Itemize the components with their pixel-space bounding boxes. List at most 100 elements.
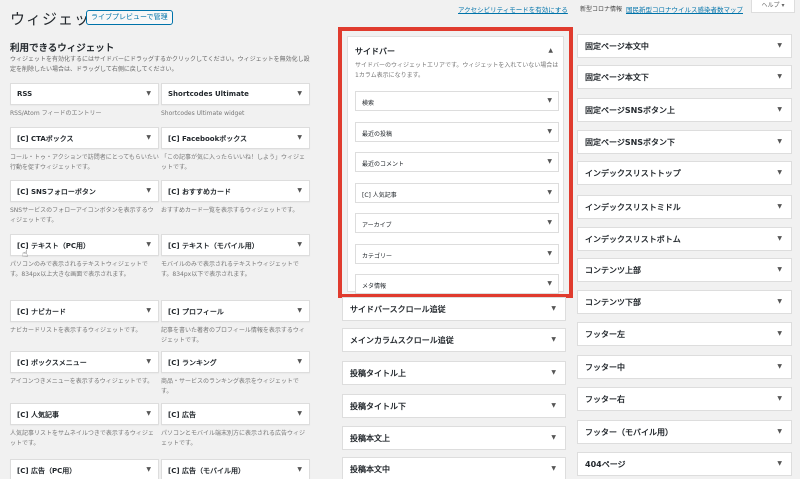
widget-title: [C] ナビカード	[17, 308, 66, 316]
available-widget[interactable]: [C] ボックスメニュー ▼	[10, 351, 159, 373]
expand-arrow-icon[interactable]: ▼	[777, 460, 782, 467]
available-widget[interactable]: [C] ランキング ▼	[161, 351, 310, 373]
accessibility-mode-link[interactable]: アクセシビリティモードを有効にする	[458, 4, 568, 14]
available-widget[interactable]: [C] 広告（モバイル用） ▼	[161, 459, 310, 479]
expand-arrow-icon[interactable]: ▼	[777, 395, 782, 402]
expand-arrow-icon[interactable]: ▼	[551, 402, 556, 409]
widget-area[interactable]: コンテンツ上部 ▼	[577, 258, 792, 282]
available-widget[interactable]: [C] プロフィール ▼	[161, 300, 310, 322]
expand-arrow-icon[interactable]: ▼	[297, 466, 302, 473]
expand-arrow-icon[interactable]: ▼	[297, 358, 302, 365]
widget-title: [C] おすすめカード	[168, 188, 231, 196]
expand-arrow-icon[interactable]: ▼	[777, 42, 782, 49]
sidebar-widget-area[interactable]: サイドバー ▲ サイドバーのウィジェットエリアです。ウィジェットを入れていない場…	[347, 36, 564, 294]
live-preview-button[interactable]: ライブプレビューで管理	[86, 10, 173, 25]
available-widget[interactable]: [C] CTAボックス ▼	[10, 127, 159, 149]
widget-area[interactable]: インデックスリストミドル ▼	[577, 195, 792, 219]
expand-arrow-icon[interactable]: ▼	[146, 241, 151, 248]
sidebar-widget-item[interactable]: 検索 ▼	[355, 91, 559, 111]
expand-arrow-icon[interactable]: ▼	[297, 187, 302, 194]
expand-arrow-icon[interactable]: ▼	[297, 90, 302, 97]
expand-arrow-icon[interactable]: ▼	[777, 330, 782, 337]
widget-title: [C] ボックスメニュー	[17, 359, 87, 367]
expand-arrow-icon[interactable]: ▼	[777, 428, 782, 435]
available-widget[interactable]: [C] ナビカード ▼	[10, 300, 159, 322]
widget-area[interactable]: サイドバースクロール追従 ▼	[342, 297, 566, 321]
expand-arrow-icon[interactable]: ▼	[777, 169, 782, 176]
expand-arrow-icon[interactable]: ▼	[777, 235, 782, 242]
expand-arrow-icon[interactable]: ▼	[297, 307, 302, 314]
covid-map-link[interactable]: 国民新型コロナウイルス感染者数マップ	[626, 4, 743, 14]
available-widget[interactable]: [C] 広告（PC用） ▼	[10, 459, 159, 479]
widget-area-title: 投稿本文上	[350, 434, 390, 443]
widget-area[interactable]: インデックスリストトップ ▼	[577, 161, 792, 185]
widget-area[interactable]: インデックスリストボトム ▼	[577, 227, 792, 251]
expand-arrow-icon[interactable]: ▼	[777, 138, 782, 145]
expand-arrow-icon[interactable]: ▼	[551, 434, 556, 441]
expand-arrow-icon[interactable]: ▼	[146, 466, 151, 473]
sidebar-widget-item[interactable]: アーカイブ ▼	[355, 213, 559, 233]
widget-area[interactable]: 投稿タイトル上 ▼	[342, 361, 566, 385]
widget-description: アイコンつきメニューを表示するウィジェットです。	[10, 378, 154, 385]
sidebar-widget-item[interactable]: メタ情報 ▼	[355, 274, 559, 294]
expand-arrow-icon[interactable]: ▼	[547, 189, 552, 196]
expand-arrow-icon[interactable]: ▼	[146, 187, 151, 194]
expand-arrow-icon[interactable]: ▼	[551, 336, 556, 343]
help-tab[interactable]: ヘルプ ▾	[751, 0, 795, 13]
available-widget[interactable]: [C] 人気記事 ▼	[10, 403, 159, 425]
widget-area[interactable]: フッター右 ▼	[577, 387, 792, 411]
expand-arrow-icon[interactable]: ▼	[777, 298, 782, 305]
available-widget[interactable]: Shortcodes Ultimate ▼	[161, 83, 310, 105]
available-widget[interactable]: [C] テキスト（モバイル用） ▼	[161, 234, 310, 256]
widget-area[interactable]: コンテンツ下部 ▼	[577, 290, 792, 314]
sidebar-widget-item[interactable]: カテゴリー ▼	[355, 244, 559, 264]
available-widgets-description: ウィジェットを有効化するにはサイドバーにドラッグするかクリックしてください。ウィ…	[10, 56, 310, 73]
widget-area[interactable]: 投稿タイトル下 ▼	[342, 394, 566, 418]
widget-title: [C] ランキング	[168, 359, 217, 367]
expand-arrow-icon[interactable]: ▼	[547, 158, 552, 165]
expand-arrow-icon[interactable]: ▼	[547, 128, 552, 135]
expand-arrow-icon[interactable]: ▼	[146, 410, 151, 417]
expand-arrow-icon[interactable]: ▼	[146, 307, 151, 314]
widget-area[interactable]: 投稿本文上 ▼	[342, 426, 566, 450]
available-widget[interactable]: [C] SNSフォローボタン ▼	[10, 180, 159, 202]
widget-area[interactable]: メインカラムスクロール追従 ▼	[342, 328, 566, 352]
expand-arrow-icon[interactable]: ▼	[146, 90, 151, 97]
sidebar-widget-item[interactable]: [C] 人気記事 ▼	[355, 183, 559, 203]
available-widget[interactable]: [C] おすすめカード ▼	[161, 180, 310, 202]
widget-area[interactable]: 固定ページ本文下 ▼	[577, 65, 792, 89]
expand-arrow-icon[interactable]: ▼	[777, 73, 782, 80]
expand-arrow-icon[interactable]: ▼	[547, 219, 552, 226]
available-widget[interactable]: [C] テキスト（PC用） ▼	[10, 234, 159, 256]
expand-arrow-icon[interactable]: ▼	[551, 465, 556, 472]
expand-arrow-icon[interactable]: ▼	[146, 358, 151, 365]
widget-area[interactable]: フッター（モバイル用） ▼	[577, 420, 792, 444]
widget-area[interactable]: フッター左 ▼	[577, 322, 792, 346]
expand-arrow-icon[interactable]: ▼	[547, 280, 552, 287]
available-widget[interactable]: RSS ▼	[10, 83, 159, 105]
expand-arrow-icon[interactable]: ▼	[547, 97, 552, 104]
widget-area[interactable]: フッター中 ▼	[577, 355, 792, 379]
expand-arrow-icon[interactable]: ▼	[777, 363, 782, 370]
sidebar-widget-item[interactable]: 最近のコメント ▼	[355, 152, 559, 172]
expand-arrow-icon[interactable]: ▼	[146, 134, 151, 141]
expand-arrow-icon[interactable]: ▼	[777, 266, 782, 273]
expand-arrow-icon[interactable]: ▼	[777, 203, 782, 210]
widget-area[interactable]: 固定ページSNSボタン下 ▼	[577, 130, 792, 154]
widget-area-title: 投稿タイトル下	[350, 402, 406, 411]
collapse-arrow-icon[interactable]: ▲	[548, 47, 553, 54]
expand-arrow-icon[interactable]: ▼	[551, 369, 556, 376]
widget-area[interactable]: 固定ページ本文中 ▼	[577, 34, 792, 58]
widget-area[interactable]: 投稿本文中 ▼	[342, 457, 566, 479]
available-widget[interactable]: [C] 広告 ▼	[161, 403, 310, 425]
expand-arrow-icon[interactable]: ▼	[551, 305, 556, 312]
expand-arrow-icon[interactable]: ▼	[297, 410, 302, 417]
expand-arrow-icon[interactable]: ▼	[297, 241, 302, 248]
expand-arrow-icon[interactable]: ▼	[297, 134, 302, 141]
available-widget[interactable]: [C] Facebookボックス ▼	[161, 127, 310, 149]
expand-arrow-icon[interactable]: ▼	[547, 250, 552, 257]
widget-area[interactable]: 404ページ ▼	[577, 452, 792, 476]
expand-arrow-icon[interactable]: ▼	[777, 106, 782, 113]
widget-area[interactable]: 固定ページSNSボタン上 ▼	[577, 98, 792, 122]
sidebar-widget-item[interactable]: 最近の投稿 ▼	[355, 122, 559, 142]
